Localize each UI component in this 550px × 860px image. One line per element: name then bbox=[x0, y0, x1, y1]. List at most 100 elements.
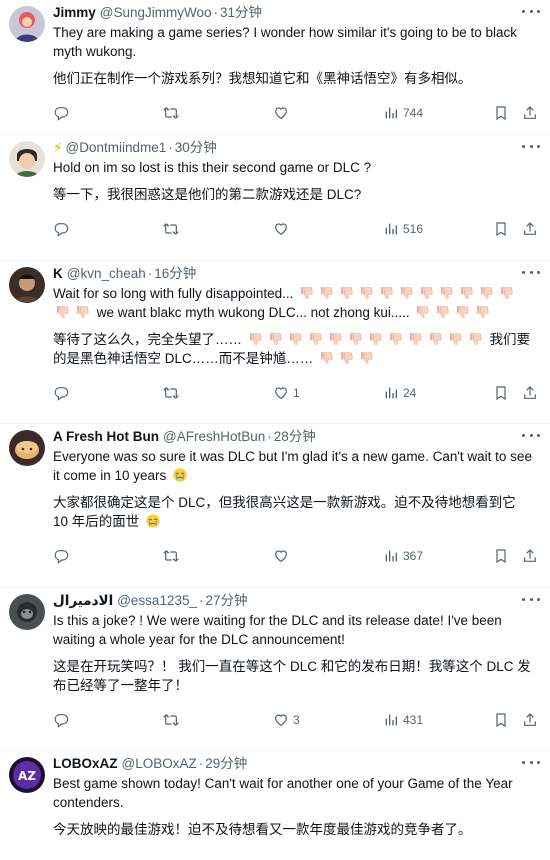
separator-dot: · bbox=[213, 5, 219, 20]
reply-button[interactable] bbox=[53, 548, 69, 564]
views-button[interactable]: 367 bbox=[383, 548, 423, 564]
retweet-button[interactable] bbox=[163, 712, 179, 728]
retweet-button[interactable] bbox=[163, 221, 179, 237]
more-icon[interactable] bbox=[522, 140, 540, 152]
retweet-button[interactable] bbox=[163, 548, 179, 564]
separator-dot: · bbox=[198, 593, 204, 608]
tweet[interactable]: K @kvn_cheah · 16分钟 Wait for so long wit… bbox=[0, 261, 550, 424]
translated-text: 等一下，我很困惑这是他们的第二款游戏还是 DLC? bbox=[53, 187, 362, 202]
tweet[interactable]: Jimmy @SungJimmyWoo · 31分钟 They are maki… bbox=[0, 0, 550, 135]
views-button[interactable]: 744 bbox=[383, 105, 423, 121]
more-icon[interactable] bbox=[522, 756, 540, 768]
avatar[interactable] bbox=[9, 267, 45, 303]
translated-text: 这是在开玩笑吗？！ 我们一直在等这个 DLC 和它的发布日期！我等这个 DLC … bbox=[53, 659, 531, 693]
display-name[interactable]: LOBOxAZ bbox=[53, 755, 118, 772]
views-button[interactable]: 431 bbox=[383, 712, 423, 728]
user-handle[interactable]: @essa1235_ bbox=[117, 592, 197, 609]
tweet-text-body: Everyone was so sure it was DLC but I'm … bbox=[53, 449, 532, 483]
bookmark-button[interactable] bbox=[493, 548, 509, 564]
views-icon bbox=[383, 385, 399, 401]
avatar[interactable] bbox=[9, 430, 45, 466]
thumbs-down-icon bbox=[408, 331, 424, 347]
avatar[interactable] bbox=[9, 141, 45, 177]
share-icon bbox=[522, 221, 538, 237]
tweet[interactable]: AZ LOBOxAZ @LOBOxAZ · 29分钟 Best game sho… bbox=[0, 751, 550, 860]
user-handle[interactable]: @AFreshHotBun bbox=[163, 428, 265, 445]
reply-button[interactable] bbox=[53, 712, 69, 728]
timestamp[interactable]: 28分钟 bbox=[274, 428, 316, 445]
tweet[interactable]: ⚡ @Dontmiindme1 · 30分钟 Hold on im so los… bbox=[0, 135, 550, 261]
thumbs-down-icon bbox=[439, 285, 455, 301]
like-button[interactable] bbox=[273, 548, 289, 564]
user-handle[interactable]: @kvn_cheah bbox=[67, 265, 146, 282]
thumbs-down-icon bbox=[459, 285, 475, 301]
timestamp[interactable]: 31分钟 bbox=[220, 4, 262, 21]
reply-button[interactable] bbox=[53, 385, 69, 401]
bookmark-button[interactable] bbox=[493, 221, 509, 237]
share-button[interactable] bbox=[522, 385, 538, 401]
display-name[interactable]: K bbox=[53, 265, 63, 282]
action-bar: 367 bbox=[53, 537, 534, 575]
timestamp[interactable]: 27分钟 bbox=[205, 592, 247, 609]
more-icon[interactable] bbox=[522, 429, 540, 441]
translated-text-line: 等待了这么久，完全失望了…… bbox=[53, 332, 242, 347]
thumbs-down-icon bbox=[448, 331, 464, 347]
user-handle[interactable]: @Dontmiindme1 bbox=[65, 139, 166, 156]
timestamp[interactable]: 30分钟 bbox=[175, 139, 217, 156]
display-name[interactable]: Jimmy bbox=[53, 4, 96, 21]
share-icon bbox=[522, 105, 538, 121]
bookmark-button[interactable] bbox=[493, 385, 509, 401]
timestamp[interactable]: 29分钟 bbox=[205, 755, 247, 772]
timestamp[interactable]: 16分钟 bbox=[154, 265, 196, 282]
tweet[interactable]: الادميرال @essa1235_ · 27分钟 Is this a jo… bbox=[0, 588, 550, 751]
thumbs-down-icon bbox=[388, 331, 404, 347]
more-icon[interactable] bbox=[522, 266, 540, 278]
share-icon bbox=[522, 385, 538, 401]
avatar[interactable] bbox=[9, 594, 45, 630]
like-button[interactable]: 1 bbox=[273, 385, 300, 401]
retweet-icon bbox=[163, 385, 179, 401]
display-name[interactable]: A Fresh Hot Bun bbox=[53, 428, 159, 445]
share-button[interactable] bbox=[522, 105, 538, 121]
like-button[interactable]: 3 bbox=[273, 712, 300, 728]
avatar[interactable] bbox=[9, 6, 45, 42]
thumbs-down-icon bbox=[359, 350, 375, 366]
crying-face-icon bbox=[145, 513, 161, 529]
reply-icon bbox=[53, 221, 69, 237]
more-icon[interactable] bbox=[522, 593, 540, 605]
share-button[interactable] bbox=[522, 712, 538, 728]
bookmark-button[interactable] bbox=[493, 712, 509, 728]
display-name[interactable]: الادميرال bbox=[53, 592, 113, 609]
thumbs-down-icon bbox=[268, 331, 284, 347]
reply-button[interactable] bbox=[53, 105, 69, 121]
tweet-text: Everyone was so sure it was DLC but I'm … bbox=[53, 447, 534, 485]
tweet-text: Wait for so long with fully disappointed… bbox=[53, 284, 534, 322]
like-button[interactable] bbox=[273, 105, 289, 121]
thumbs-down-icon bbox=[248, 331, 264, 347]
action-bar: 3 431 bbox=[53, 701, 534, 739]
views-button[interactable]: 24 bbox=[383, 385, 416, 401]
retweet-icon bbox=[163, 548, 179, 564]
like-button[interactable] bbox=[273, 221, 289, 237]
thumbs-down-icon bbox=[368, 331, 384, 347]
retweet-button[interactable] bbox=[163, 385, 179, 401]
user-handle[interactable]: @LOBOxAZ bbox=[122, 755, 197, 772]
user-handle[interactable]: @SungJimmyWoo bbox=[100, 4, 212, 21]
thumbs-down-icon bbox=[299, 285, 315, 301]
tweet[interactable]: A Fresh Hot Bun @AFreshHotBun · 28分钟 Eve… bbox=[0, 424, 550, 588]
thumbs-down-icon bbox=[319, 285, 335, 301]
retweet-button[interactable] bbox=[163, 105, 179, 121]
views-count: 516 bbox=[403, 222, 424, 236]
views-button[interactable]: 516 bbox=[383, 221, 423, 237]
thumbs-down-icon bbox=[359, 285, 375, 301]
views-icon bbox=[383, 712, 399, 728]
separator-dot: · bbox=[198, 756, 204, 771]
reply-button[interactable] bbox=[53, 221, 69, 237]
avatar[interactable]: AZ bbox=[9, 757, 45, 793]
share-button[interactable] bbox=[522, 548, 538, 564]
bookmark-button[interactable] bbox=[493, 105, 509, 121]
thumbs-down-icon bbox=[348, 331, 364, 347]
share-button[interactable] bbox=[522, 221, 538, 237]
like-icon bbox=[273, 548, 289, 564]
more-icon[interactable] bbox=[522, 5, 540, 17]
